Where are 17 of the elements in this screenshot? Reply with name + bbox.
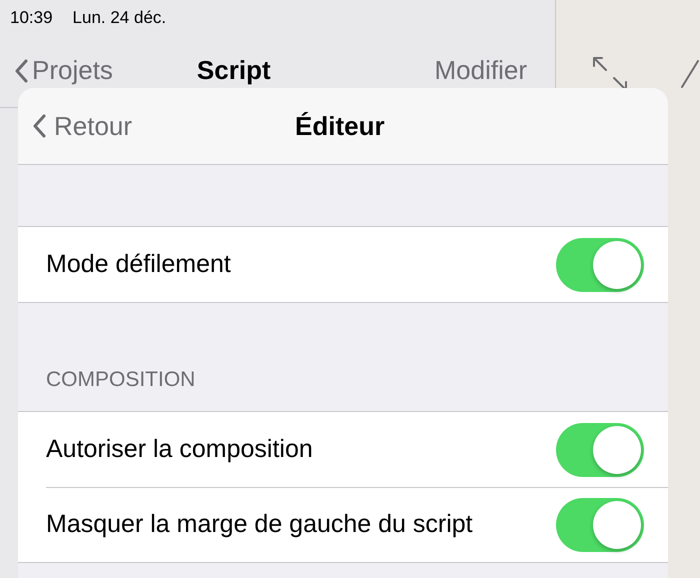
toggle-switch[interactable] (556, 238, 644, 292)
back-button[interactable]: Retour (32, 106, 132, 146)
section-header: COMPOSITION (46, 366, 196, 392)
setting-label: Autoriser la composition (46, 434, 313, 465)
toggle-switch[interactable] (556, 422, 644, 476)
setting-label: Mode défilement (46, 248, 231, 280)
back-button[interactable]: Projets (14, 51, 113, 90)
back-chevron-icon (14, 58, 28, 82)
setting-label: Masquer la marge de gauche du script (46, 509, 473, 540)
back-chevron-icon (32, 114, 46, 138)
toggle-switch[interactable] (556, 498, 644, 552)
nav-title: Script (196, 54, 271, 87)
popover-title: Éditeur (295, 110, 385, 142)
pen-icon[interactable] (680, 59, 700, 89)
edit-button[interactable]: Modifier (434, 51, 527, 90)
status-time: 10:39 (10, 7, 53, 29)
status-date: Lun. 24 déc. (72, 7, 166, 29)
